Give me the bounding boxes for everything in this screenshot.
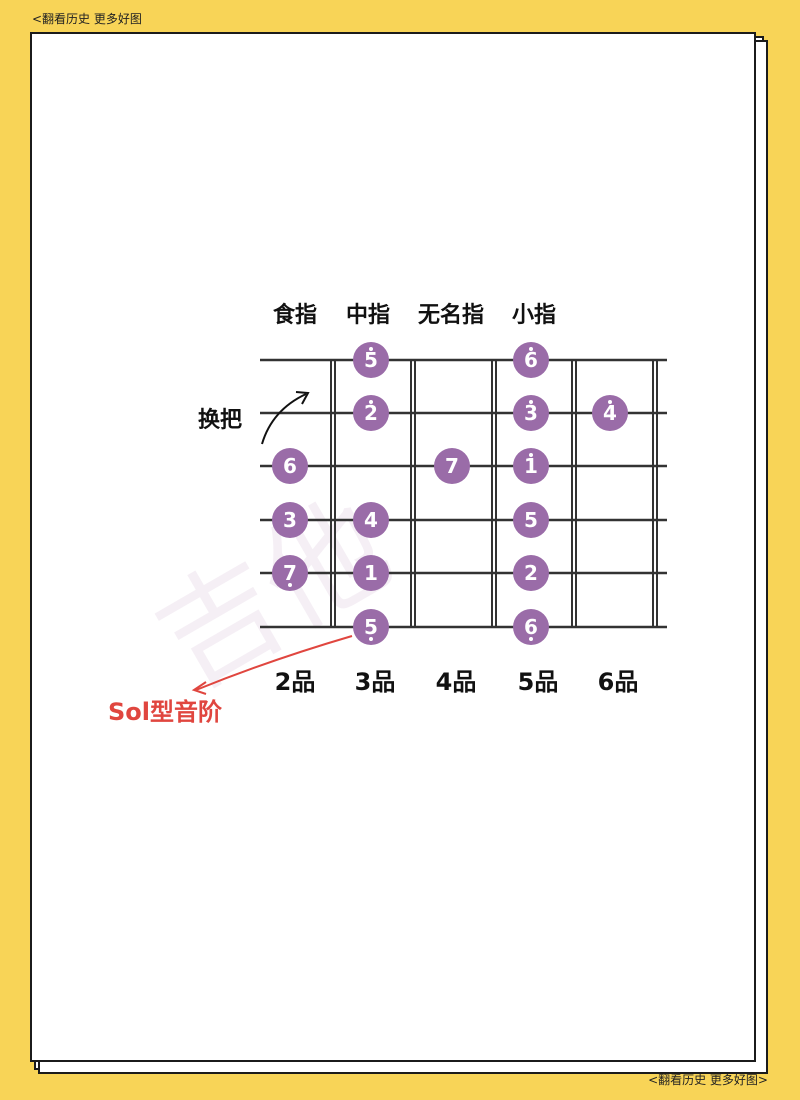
- note-dot: 7: [272, 555, 308, 591]
- fret-label-2: 2品: [275, 668, 316, 696]
- note-dot: 4: [592, 395, 628, 431]
- note-label: 5: [364, 348, 378, 372]
- finger-label-middle: 中指: [346, 303, 390, 328]
- note-dot: 6: [513, 342, 549, 378]
- note-dot: 6: [272, 448, 308, 484]
- note-label: 5: [524, 508, 538, 532]
- octave-high-dot: [608, 400, 612, 404]
- note-dot: 5: [353, 342, 389, 378]
- finger-label-ring: 无名指: [418, 302, 484, 328]
- note-dot: 7: [434, 448, 470, 484]
- note-label: 6: [524, 348, 538, 372]
- note-dot: 5: [513, 502, 549, 538]
- note-label: 3: [283, 508, 297, 532]
- note-dot: 2: [353, 395, 389, 431]
- octave-high-dot: [529, 453, 533, 457]
- fret-label-4: 4品: [436, 668, 477, 696]
- octave-low-dot: [288, 583, 292, 587]
- note-label: 1: [364, 561, 378, 585]
- note-dot: 6: [513, 609, 549, 645]
- bottom-history-link[interactable]: <翻看历史 更多好图>: [648, 1071, 768, 1088]
- note-dot: 1: [353, 555, 389, 591]
- octave-low-dot: [369, 637, 373, 641]
- finger-label-pinky: 小指: [512, 303, 556, 328]
- note-dot: 3: [272, 502, 308, 538]
- note-label: 2: [364, 401, 378, 425]
- note-label: 6: [524, 615, 538, 639]
- finger-label-index: 食指: [273, 302, 317, 328]
- fretboard-diagram: 吉他 食指 中指 无名指 小指 5 62 3 46 7 13 4 57 1 25 6 2品 3品 4…: [108, 302, 667, 726]
- note-label: 5: [364, 615, 378, 639]
- note-label: 4: [603, 401, 617, 425]
- octave-high-dot: [529, 400, 533, 404]
- note-dot: 1: [513, 448, 549, 484]
- octave-high-dot: [529, 347, 533, 351]
- note-label: 4: [364, 508, 378, 532]
- fret-label-6: 6品: [598, 668, 639, 696]
- shift-arrow-icon: [261, 393, 307, 445]
- shift-position-label: 换把: [198, 407, 242, 433]
- note-dot: 5: [353, 609, 389, 645]
- note-label: 3: [524, 401, 538, 425]
- note-label: 7: [445, 454, 459, 478]
- octave-high-dot: [369, 400, 373, 404]
- note-label: 7: [283, 561, 297, 585]
- octave-high-dot: [369, 347, 373, 351]
- note-label: 6: [283, 454, 297, 478]
- note-dot: 3: [513, 395, 549, 431]
- note-label: 1: [524, 454, 538, 478]
- note-dot: 4: [353, 502, 389, 538]
- fret-label-5: 5品: [518, 668, 559, 696]
- fret-label-3: 3品: [355, 668, 396, 696]
- note-label: 2: [524, 561, 538, 585]
- octave-low-dot: [529, 637, 533, 641]
- note-dot: 2: [513, 555, 549, 591]
- scale-name-label: Sol型音阶: [108, 698, 222, 726]
